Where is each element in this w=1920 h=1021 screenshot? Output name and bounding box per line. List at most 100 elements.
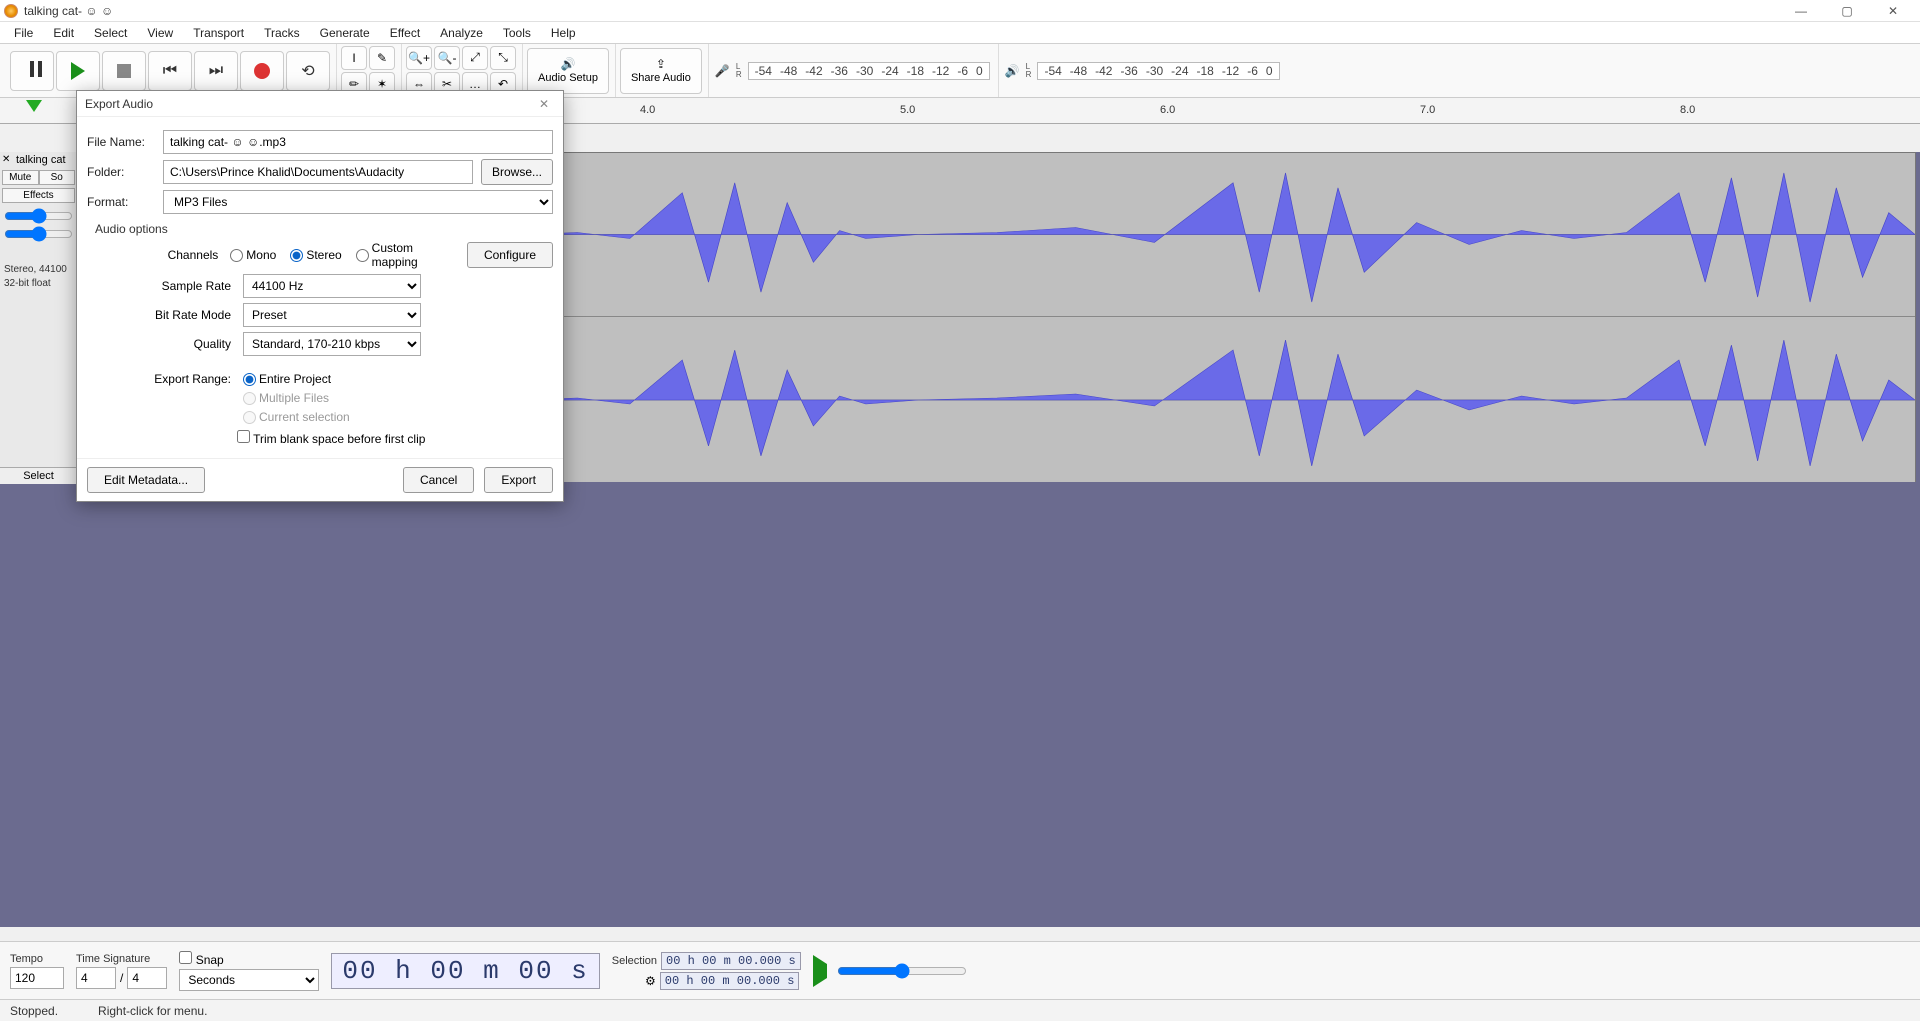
menu-help[interactable]: Help [541,24,586,42]
export-range-label: Export Range: [87,372,237,386]
export-button[interactable]: Export [484,467,553,493]
play-at-speed-button[interactable] [813,964,827,978]
window-title: talking cat- ☺ ☺ [24,4,113,18]
bitrate-mode-label: Bit Rate Mode [87,308,237,322]
tempo-input[interactable] [10,967,64,989]
playback-speed-slider[interactable] [837,963,967,979]
share-icon: ⇪ [656,57,666,71]
menu-effect[interactable]: Effect [380,24,430,42]
play-icon [71,62,85,80]
export-audio-dialog: Export Audio ✕ File Name: Folder: Browse… [76,90,564,502]
bottom-toolbar: Tempo Time Signature / Snap Seconds 00 h… [0,941,1920,999]
entire-project-radio[interactable]: Entire Project [243,372,331,386]
track-close-button[interactable]: ✕ [2,154,10,165]
record-button[interactable] [240,51,284,91]
track-bit-info: 32-bit float [4,278,51,289]
snap-units-select[interactable]: Seconds [179,969,319,991]
record-icon [254,63,270,79]
gear-icon[interactable]: ⚙ [612,974,656,988]
loop-button[interactable] [286,51,330,91]
audio-setup-button[interactable]: 🔊 Audio Setup [527,48,609,94]
share-audio-label: Share Audio [631,72,691,84]
zoom-in-button[interactable]: 🔍+ [406,46,432,70]
effects-button[interactable]: Effects [2,188,75,203]
track-name[interactable]: talking cat [16,154,66,166]
track-select-button[interactable]: Select [0,467,77,484]
edit-metadata-button[interactable]: Edit Metadata... [87,467,205,493]
menu-edit[interactable]: Edit [43,24,84,42]
fit-project-button[interactable]: ⤡ [490,46,516,70]
custom-mapping-radio[interactable]: Custom mapping [356,241,453,269]
timesig-den-input[interactable] [127,967,167,989]
format-select[interactable]: MP3 Files [163,190,553,214]
time-display[interactable]: 00 h 00 m 00 s [331,953,599,989]
ruler-tick: 8.0 [1680,104,1695,116]
trim-checkbox[interactable]: Trim blank space before first clip [237,430,425,446]
gain-slider[interactable] [4,208,73,222]
quality-select[interactable]: Standard, 170-210 kbps [243,332,421,356]
statusbar: Stopped. Right-click for menu. [0,999,1920,1021]
zoom-out-button[interactable]: 🔍- [434,46,460,70]
sample-rate-label: Sample Rate [87,279,237,293]
mono-radio[interactable]: Mono [230,248,276,262]
speaker-icon: 🔊 [1005,64,1020,78]
fit-selection-button[interactable]: ⤢ [462,46,488,70]
channels-label: Channels [87,248,224,262]
menu-tracks[interactable]: Tracks [254,24,310,42]
app-icon [4,4,18,18]
timesig-num-input[interactable] [76,967,116,989]
menu-view[interactable]: View [137,24,183,42]
pause-icon [30,61,34,80]
menu-transport[interactable]: Transport [183,24,254,42]
quality-label: Quality [87,337,237,351]
skip-end-button[interactable] [194,51,238,91]
minimize-button[interactable]: — [1778,0,1824,22]
track-control-panel[interactable]: ✕ talking cat Mute So Effects Stereo, 44… [0,152,78,484]
menu-file[interactable]: File [4,24,43,42]
menu-tools[interactable]: Tools [493,24,541,42]
selection-end-field[interactable]: 00 h 00 m 00.000 s [660,972,800,990]
pause-button[interactable] [10,51,54,91]
selection-tool[interactable]: I [341,46,367,70]
play-cursor-marker[interactable] [26,100,42,112]
multiple-files-radio[interactable]: Multiple Files [243,391,329,405]
solo-button[interactable]: So [39,170,76,185]
bitrate-mode-select[interactable]: Preset [243,303,421,327]
mic-icon: 🎤 [715,64,730,78]
menu-generate[interactable]: Generate [310,24,380,42]
selection-start-field[interactable]: 00 h 00 m 00.000 s [661,952,801,970]
sample-rate-select[interactable]: 44100 Hz [243,274,421,298]
skip-end-icon [209,62,223,80]
browse-button[interactable]: Browse... [481,159,553,185]
skip-start-button[interactable] [148,51,192,91]
filename-input[interactable] [163,130,553,154]
skip-start-icon [163,62,177,80]
menubar: File Edit Select View Transport Tracks G… [0,22,1920,44]
stereo-radio[interactable]: Stereo [290,248,341,262]
play-button[interactable] [56,51,100,91]
playback-meter[interactable]: 🔊 LR -54-48-42-36-30-24-18-12-60 [998,44,1286,97]
stop-icon [117,64,131,78]
dialog-titlebar[interactable]: Export Audio ✕ [77,91,563,117]
envelope-tool[interactable]: ✎ [369,46,395,70]
cancel-button[interactable]: Cancel [403,467,474,493]
dialog-close-button[interactable]: ✕ [533,97,555,111]
pan-slider[interactable] [4,226,73,240]
configure-button[interactable]: Configure [467,242,553,268]
snap-checkbox[interactable]: Snap [179,951,319,967]
share-audio-button[interactable]: ⇪ Share Audio [620,48,702,94]
record-meter-scale: -54-48-42-36-30-24-18-12-60 [748,62,990,80]
mute-button[interactable]: Mute [2,170,39,185]
current-selection-radio[interactable]: Current selection [243,410,350,424]
record-meter[interactable]: 🎤 LR -54-48-42-36-30-24-18-12-60 [708,44,996,97]
play-icon [813,955,827,987]
close-window-button[interactable]: ✕ [1870,0,1916,22]
menu-select[interactable]: Select [84,24,137,42]
stop-button[interactable] [102,51,146,91]
menu-analyze[interactable]: Analyze [430,24,493,42]
status-right: Right-click for menu. [98,1004,207,1018]
folder-label: Folder: [87,165,155,179]
folder-input[interactable] [163,160,473,184]
maximize-button[interactable]: ▢ [1824,0,1870,22]
ruler-tick: 5.0 [900,104,915,116]
